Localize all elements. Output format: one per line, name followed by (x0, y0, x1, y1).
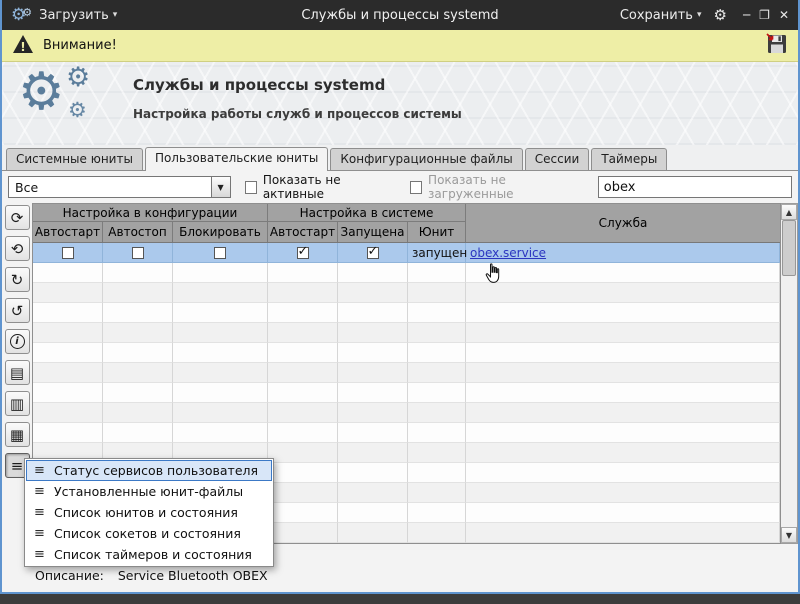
filter-bar: Все ▼ Показать не активные Показать не з… (2, 171, 798, 203)
table-empty-row (33, 323, 780, 343)
app-gear-icon: ⚙⚙ (11, 4, 33, 25)
table-header: Настройка в конфигурации Настройка в сис… (33, 204, 780, 243)
load-menu-label: Загрузить (39, 7, 109, 23)
app-window: ⚙⚙ Загрузить ▾ Службы и процессы systemd… (0, 0, 800, 594)
show-unloaded-checkbox[interactable] (409, 180, 423, 194)
description-value: Service Bluetooth OBEX (117, 568, 268, 583)
col-header-autostart-config: Автостарт (33, 222, 103, 242)
page-subtitle: Настройка работы служб и процессов систе… (133, 107, 462, 121)
col-header-block: Блокировать (173, 222, 268, 242)
tab-timers[interactable]: Таймеры (591, 148, 668, 170)
info-icon[interactable]: i (4, 329, 30, 354)
config-autostop-checkbox[interactable] (131, 246, 144, 259)
titlebar: ⚙⚙ Загрузить ▾ Службы и процессы systemd… (2, 0, 798, 30)
col-header-autostop: Автостоп (103, 222, 173, 242)
list-icon: ≡ (34, 484, 45, 499)
window-title: Службы и процессы systemd (301, 7, 499, 23)
col-header-unit: Юнит (408, 222, 466, 242)
load-menu-button[interactable]: Загрузить ▾ (39, 8, 117, 23)
service-link[interactable]: obex.service (470, 246, 546, 260)
save-file-icon[interactable] (765, 32, 788, 59)
menu-item-installed-unit-files[interactable]: ≡ Установленные юнит-файлы (26, 481, 272, 502)
show-inactive-label: Показать не активные (262, 173, 341, 201)
tab-config-files[interactable]: Конфигурационные файлы (330, 148, 523, 170)
menu-item-units-list[interactable]: ≡ Список юнитов и состояния (26, 502, 272, 523)
scrollbar-thumb[interactable] (782, 220, 796, 276)
warning-text: Внимание! (43, 38, 117, 53)
list-icon[interactable]: ▦ (4, 422, 30, 447)
menu-item-sockets-list[interactable]: ≡ Список сокетов и состояния (26, 523, 272, 544)
config-block-checkbox[interactable] (214, 246, 226, 259)
unit-filter-value: Все (15, 179, 39, 195)
config-autostart-checkbox[interactable] (61, 246, 74, 259)
table-empty-row (33, 363, 780, 383)
list-icon: ≡ (34, 505, 45, 520)
chevron-down-icon[interactable]: ▼ (210, 177, 230, 197)
chevron-down-icon: ▾ (696, 10, 702, 20)
warning-bar: ! Внимание! (2, 30, 798, 62)
table-empty-row (33, 403, 780, 423)
close-button[interactable]: ✕ (779, 9, 789, 21)
group-header-config: Настройка в конфигурации (33, 204, 268, 222)
tab-system-units[interactable]: Системные юниты (6, 148, 143, 170)
warning-triangle-icon: ! (12, 34, 34, 58)
scrollbar-track[interactable] (781, 220, 797, 527)
menu-item-timers-list[interactable]: ≡ Список таймеров и состояния (26, 544, 272, 565)
maximize-button[interactable]: ❐ (759, 9, 770, 21)
page-title: Службы и процессы systemd (133, 76, 386, 94)
minimize-button[interactable]: ─ (743, 9, 750, 21)
unit-status-cell: запущен (408, 243, 467, 263)
col-header-running: Запущена (338, 222, 408, 242)
table-empty-row (33, 303, 780, 323)
file-icon[interactable]: ▤ (4, 360, 30, 385)
save-menu-label: Сохранить (619, 7, 693, 23)
table-row-selected[interactable]: запущен obex.service (33, 243, 780, 263)
menu-item-user-services-status[interactable]: ≡ Статус сервисов пользователя (26, 460, 272, 481)
system-autostart-checkbox[interactable] (296, 244, 309, 259)
list-icon: ≡ (34, 547, 45, 562)
save-menu-button[interactable]: Сохранить ▾ (620, 8, 702, 23)
tab-sessions[interactable]: Сессии (524, 148, 590, 170)
description-label: Описание: (35, 568, 104, 583)
refresh-icon[interactable]: ⟳ (4, 205, 30, 230)
table-empty-row (33, 383, 780, 403)
table-empty-row (33, 343, 780, 363)
search-input[interactable] (597, 176, 792, 198)
journal-icon[interactable]: ▥ (4, 391, 30, 416)
tab-user-units[interactable]: Пользовательские юниты (144, 147, 329, 171)
refresh-all-icon[interactable]: ⟲ (4, 236, 30, 261)
list-icon: ≡ (34, 526, 45, 541)
system-running-checkbox[interactable] (366, 244, 379, 259)
table-empty-row (33, 283, 780, 303)
show-inactive-checkbox[interactable] (244, 180, 257, 194)
list-icon: ≡ (34, 463, 45, 478)
unit-filter-select[interactable]: Все ▼ (8, 176, 231, 198)
vertical-scrollbar[interactable]: ▲ ▼ (781, 203, 798, 544)
tab-strip: Системные юниты Пользовательские юниты К… (2, 145, 798, 171)
group-header-system: Настройка в системе (268, 204, 466, 222)
table-empty-row (33, 263, 780, 283)
gears-logo-icon: ⚙ ⚙ ⚙ (18, 62, 91, 122)
app-header: ⚙ ⚙ ⚙ Службы и процессы systemd Настройк… (2, 62, 798, 145)
settings-gear-icon[interactable]: ⚙ (713, 6, 726, 24)
show-unloaded-label: Показать не загруженные (428, 173, 514, 201)
table-empty-row (33, 423, 780, 443)
undo-icon[interactable]: ↺ (4, 298, 30, 323)
col-header-service: Служба (598, 216, 648, 230)
chevron-down-icon: ▾ (112, 10, 118, 20)
scroll-down-arrow-icon[interactable]: ▼ (781, 527, 797, 543)
scroll-up-arrow-icon[interactable]: ▲ (781, 204, 797, 220)
svg-text:!: ! (20, 40, 25, 54)
col-header-autostart-system: Автостарт (268, 222, 338, 242)
redo-icon[interactable]: ↻ (4, 267, 30, 292)
status-popup-menu: ≡ Статус сервисов пользователя ≡ Установ… (24, 458, 274, 567)
